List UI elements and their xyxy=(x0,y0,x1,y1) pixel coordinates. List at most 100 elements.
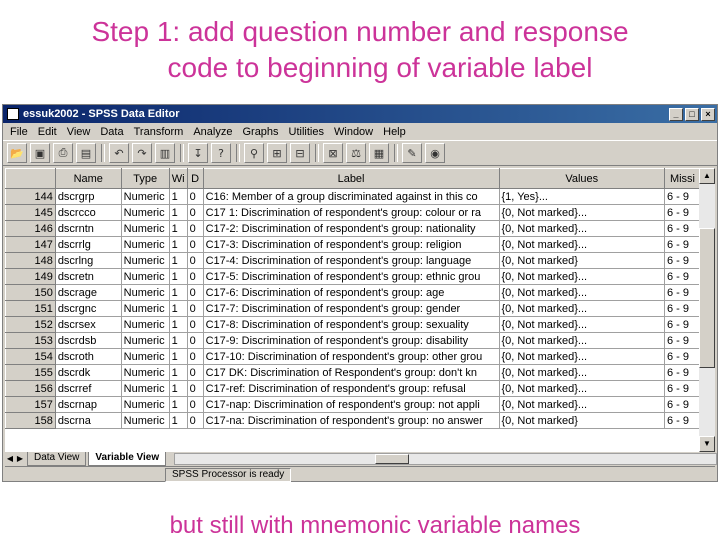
row-number[interactable]: 155 xyxy=(5,364,56,381)
cell-type[interactable]: Numeric xyxy=(120,284,170,301)
cell-name[interactable]: dscrcco xyxy=(54,204,122,221)
table-row[interactable]: 150 dscrage Numeric 1 0 C17-6: Discrimination… xyxy=(5,284,701,301)
menu-graphs[interactable]: Graphs xyxy=(237,126,283,138)
cell-name[interactable]: dscrlng xyxy=(54,252,122,269)
row-number[interactable]: 144 xyxy=(5,188,56,205)
insert-variable-icon[interactable]: ⊟ xyxy=(290,143,310,163)
cell-decimals[interactable]: 0 xyxy=(186,364,204,381)
cell-width[interactable]: 1 xyxy=(168,300,188,317)
row-number[interactable]: 158 xyxy=(5,412,56,429)
column-header-type[interactable]: Type xyxy=(120,168,170,189)
cell-label[interactable]: C17-8: Discrimination of respondent's gr… xyxy=(202,316,500,333)
menu-window[interactable]: Window xyxy=(329,126,378,138)
cell-type[interactable]: Numeric xyxy=(120,300,170,317)
cell-type[interactable]: Numeric xyxy=(120,364,170,381)
row-number[interactable]: 148 xyxy=(5,252,56,269)
cell-name[interactable]: dscretn xyxy=(54,268,122,285)
table-row[interactable]: 147 dscrrlg Numeric 1 0 C17-3: Discrimination… xyxy=(5,236,701,253)
weight-cases-icon[interactable]: ⚖ xyxy=(346,143,366,163)
open-icon[interactable]: 📂 xyxy=(7,143,27,163)
cell-width[interactable]: 1 xyxy=(168,204,188,221)
cell-name[interactable]: dscroth xyxy=(54,348,122,365)
cell-width[interactable]: 1 xyxy=(168,284,188,301)
cell-name[interactable]: dscrage xyxy=(54,284,122,301)
window-titlebar[interactable]: essuk2002 - SPSS Data Editor _ □ × xyxy=(3,105,717,123)
cell-label[interactable]: C17 DK: Discrimination of Respondent's g… xyxy=(202,364,500,381)
cell-width[interactable]: 1 xyxy=(168,380,188,397)
cell-name[interactable]: dscrdk xyxy=(54,364,122,381)
value-labels-icon[interactable]: ✎ xyxy=(402,143,422,163)
cell-decimals[interactable]: 0 xyxy=(186,220,204,237)
cell-type[interactable]: Numeric xyxy=(120,380,170,397)
cell-label[interactable]: C17-5: Discrimination of respondent's gr… xyxy=(202,268,500,285)
column-header-width[interactable]: Wi xyxy=(168,168,188,189)
horizontal-scroll-thumb[interactable] xyxy=(375,454,410,464)
tab-variable-view[interactable]: Variable View xyxy=(88,452,167,466)
cell-width[interactable]: 1 xyxy=(168,236,188,253)
select-cases-icon[interactable]: ▦ xyxy=(369,143,389,163)
cell-label[interactable]: C17-3: Discrimination of respondent's gr… xyxy=(202,236,500,253)
cell-name[interactable]: dscrntn xyxy=(54,220,122,237)
cell-decimals[interactable]: 0 xyxy=(186,396,204,413)
minimize-button[interactable]: _ xyxy=(669,107,683,121)
table-row[interactable]: 152 dscrsex Numeric 1 0 C17-8: Discrimination… xyxy=(5,316,701,333)
table-row[interactable]: 145 dscrcco Numeric 1 0 C17 1: Discrimination… xyxy=(5,204,701,221)
cell-values[interactable]: {0, Not marked}... xyxy=(498,380,665,397)
cell-missing[interactable]: 6 - 9 xyxy=(663,332,701,349)
menu-edit[interactable]: Edit xyxy=(33,126,62,138)
table-row[interactable]: 151 dscrgnc Numeric 1 0 C17-7: Discrimination… xyxy=(5,300,701,317)
cell-type[interactable]: Numeric xyxy=(120,348,170,365)
cell-missing[interactable]: 6 - 9 xyxy=(663,188,701,205)
cell-decimals[interactable]: 0 xyxy=(186,284,204,301)
cell-name[interactable]: dscrdsb xyxy=(54,332,122,349)
menu-data[interactable]: Data xyxy=(95,126,128,138)
cell-decimals[interactable]: 0 xyxy=(186,300,204,317)
table-row[interactable]: 158 dscrna Numeric 1 0 C17-na: Discrimination… xyxy=(5,412,701,429)
table-row[interactable]: 156 dscrref Numeric 1 0 C17-ref: Discriminati… xyxy=(5,380,701,397)
column-header-name[interactable]: Name xyxy=(54,168,122,189)
cell-missing[interactable]: 6 - 9 xyxy=(663,220,701,237)
cell-name[interactable]: dscrnap xyxy=(54,396,122,413)
row-number[interactable]: 152 xyxy=(5,316,56,333)
cell-label[interactable]: C17-7: Discrimination of respondent's gr… xyxy=(202,300,500,317)
cell-values[interactable]: {0, Not marked}... xyxy=(498,268,665,285)
cell-values[interactable]: {0, Not marked}... xyxy=(498,220,665,237)
menu-view[interactable]: View xyxy=(62,126,96,138)
save-icon[interactable]: ▣ xyxy=(30,143,50,163)
corner-cell[interactable] xyxy=(5,168,56,189)
cell-missing[interactable]: 6 - 9 xyxy=(663,380,701,397)
cell-type[interactable]: Numeric xyxy=(120,236,170,253)
cell-values[interactable]: {0, Not marked}... xyxy=(498,316,665,333)
menu-transform[interactable]: Transform xyxy=(129,126,189,138)
cell-decimals[interactable]: 0 xyxy=(186,252,204,269)
cell-values[interactable]: {0, Not marked}... xyxy=(498,396,665,413)
cell-values[interactable]: {0, Not marked}... xyxy=(498,236,665,253)
cell-values[interactable]: {0, Not marked}... xyxy=(498,300,665,317)
cell-width[interactable]: 1 xyxy=(168,252,188,269)
vertical-scrollbar[interactable]: ▲ ▼ xyxy=(699,168,715,452)
cell-values[interactable]: {0, Not marked}... xyxy=(498,284,665,301)
cell-type[interactable]: Numeric xyxy=(120,252,170,269)
cell-label[interactable]: C17-9: Discrimination of respondent's gr… xyxy=(202,332,500,349)
table-row[interactable]: 153 dscrdsb Numeric 1 0 C17-9: Discrimination… xyxy=(5,332,701,349)
cell-type[interactable]: Numeric xyxy=(120,316,170,333)
cell-name[interactable]: dscrgnc xyxy=(54,300,122,317)
cell-name[interactable]: dscrna xyxy=(54,412,122,429)
menu-utilities[interactable]: Utilities xyxy=(284,126,329,138)
cell-decimals[interactable]: 0 xyxy=(186,348,204,365)
cell-label[interactable]: C17-4: Discrimination of respondent's gr… xyxy=(202,252,500,269)
cell-width[interactable]: 1 xyxy=(168,364,188,381)
split-file-icon[interactable]: ⊠ xyxy=(323,143,343,163)
cell-type[interactable]: Numeric xyxy=(120,396,170,413)
scroll-up-icon[interactable]: ▲ xyxy=(699,168,715,184)
insert-case-icon[interactable]: ⊞ xyxy=(267,143,287,163)
cell-decimals[interactable]: 0 xyxy=(186,188,204,205)
cell-missing[interactable]: 6 - 9 xyxy=(663,204,701,221)
print-icon[interactable]: ⎙ xyxy=(53,143,73,163)
cell-missing[interactable]: 6 - 9 xyxy=(663,412,701,429)
cell-decimals[interactable]: 0 xyxy=(186,236,204,253)
dialog-recall-icon[interactable]: ▤ xyxy=(76,143,96,163)
cell-values[interactable]: {0, Not marked}... xyxy=(498,204,665,221)
cell-label[interactable]: C17-2: Discrimination of respondent's gr… xyxy=(202,220,500,237)
cell-width[interactable]: 1 xyxy=(168,188,188,205)
